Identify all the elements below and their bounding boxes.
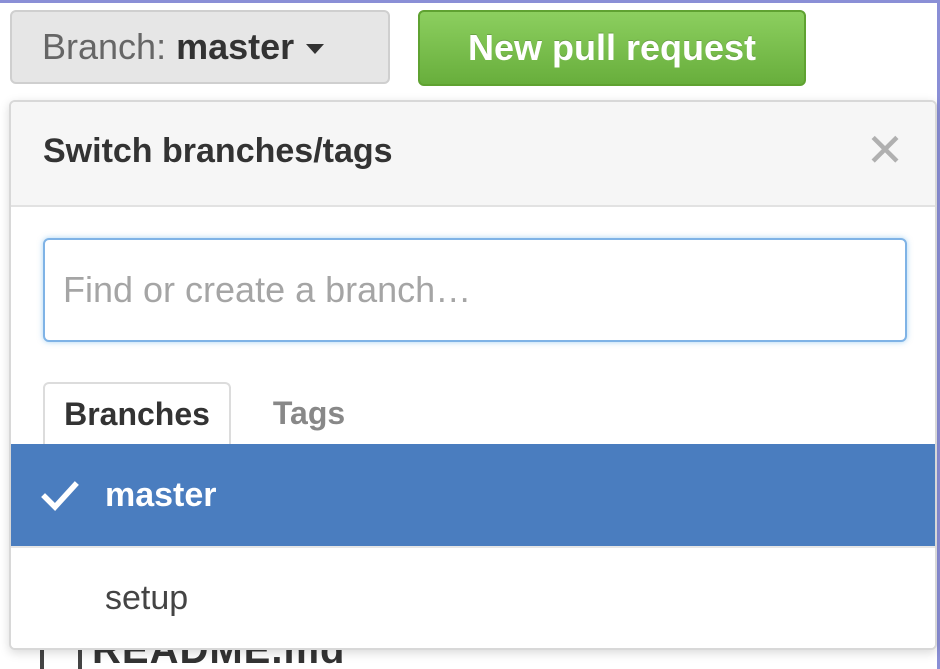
branch-item-label: setup [105,578,189,617]
branch-item-setup[interactable]: setup [11,546,935,648]
check-icon [41,481,79,511]
dropdown-title: Switch branches/tags [43,132,393,170]
tab-branches[interactable]: Branches [43,382,231,444]
branch-item-master[interactable]: master [11,444,935,546]
window-top-border [0,0,940,3]
page: README.md Branch: master New pull reques… [0,0,940,669]
branch-search-input[interactable] [43,238,907,342]
new-pull-request-button[interactable]: New pull request [418,10,806,86]
branch-item-label: master [105,475,217,514]
dropdown-header: Switch branches/tags ✕ [11,102,935,207]
branch-switcher-dropdown: Switch branches/tags ✕ Branches Tags mas… [9,100,937,650]
branch-select-current: master [176,26,295,67]
branch-select-prefix: Branch: [42,26,167,67]
branch-select-button[interactable]: Branch: master [10,10,390,84]
branch-list: master setup [11,444,935,648]
tab-tags[interactable]: Tags [251,382,367,444]
close-icon[interactable]: ✕ [863,127,907,173]
caret-down-icon [306,44,325,54]
branch-tag-tabs: Branches Tags [11,382,935,444]
